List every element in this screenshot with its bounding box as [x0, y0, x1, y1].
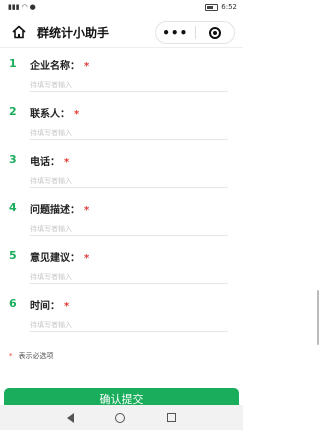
status-icons-right: 6:52 — [205, 3, 237, 11]
suggestion-input[interactable] — [30, 270, 228, 284]
recent-apps-icon[interactable] — [167, 413, 177, 422]
question-label-text: 联系人： — [30, 109, 70, 120]
question-label: 联系人： * — [30, 105, 79, 120]
question-label-text: 时间： — [30, 301, 60, 312]
question-label: 时间： * — [30, 297, 69, 312]
back-icon[interactable] — [66, 412, 74, 423]
company-name-input[interactable] — [30, 78, 228, 92]
question-4: 4 问题描述： * — [0, 192, 243, 240]
more-dots-icon: ••• — [162, 25, 189, 40]
close-button[interactable] — [196, 22, 235, 43]
question-number: 2 — [9, 105, 17, 118]
question-number: 6 — [9, 297, 17, 310]
question-label-text: 企业名称： — [30, 61, 80, 72]
scrollbar[interactable] — [317, 290, 319, 345]
question-label-text: 电话： — [30, 157, 60, 168]
miniprogram-capsule: ••• — [155, 21, 235, 44]
close-target-icon — [208, 26, 221, 39]
home-circle-icon[interactable] — [115, 412, 126, 423]
question-number: 1 — [9, 57, 17, 70]
question-6: 6 时间： * — [0, 288, 243, 336]
phone-input[interactable] — [30, 174, 228, 188]
problem-description-input[interactable] — [30, 222, 228, 236]
required-mark: * — [74, 109, 80, 120]
question-number: 3 — [9, 153, 17, 166]
required-mark: * — [64, 157, 70, 168]
required-note-star: * — [9, 352, 13, 360]
notification-icon: ● — [29, 3, 36, 11]
question-label: 意见建议： * — [30, 249, 89, 264]
status-time: 6:52 — [221, 3, 237, 11]
wifi-icon: ◠ — [21, 3, 28, 11]
signal-icon: ▮▮▮ — [8, 3, 20, 11]
required-note-text: 表示必选项 — [18, 352, 54, 360]
required-mark: * — [84, 253, 90, 264]
question-label: 企业名称： * — [30, 57, 89, 72]
question-label-text: 问题描述： — [30, 205, 80, 216]
time-input[interactable] — [30, 318, 228, 332]
page-title: 群统计小助手 — [37, 26, 110, 40]
required-mark: * — [84, 61, 90, 72]
system-nav-bar — [0, 405, 243, 430]
question-5: 5 意见建议： * — [0, 240, 243, 288]
question-3: 3 电话： * — [0, 144, 243, 192]
question-number: 4 — [9, 201, 17, 214]
contact-input[interactable] — [30, 126, 228, 140]
question-label: 问题描述： * — [30, 201, 89, 216]
status-bar: ▮▮▮ ◠ ● 6:52 — [0, 0, 243, 16]
required-note: * 表示必选项 — [9, 351, 54, 361]
more-button[interactable]: ••• — [156, 22, 195, 43]
question-label-text: 意见建议： — [30, 253, 80, 264]
question-2: 2 联系人： * — [0, 96, 243, 144]
required-mark: * — [84, 205, 90, 216]
question-1: 1 企业名称： * — [0, 48, 243, 96]
home-icon[interactable] — [11, 24, 27, 40]
battery-icon — [205, 3, 219, 11]
required-mark: * — [64, 301, 70, 312]
status-icons-left: ▮▮▮ ◠ ● — [8, 3, 36, 11]
question-label: 电话： * — [30, 153, 69, 168]
question-number: 5 — [9, 249, 17, 262]
nav-bar: 群统计小助手 ••• — [0, 16, 243, 48]
